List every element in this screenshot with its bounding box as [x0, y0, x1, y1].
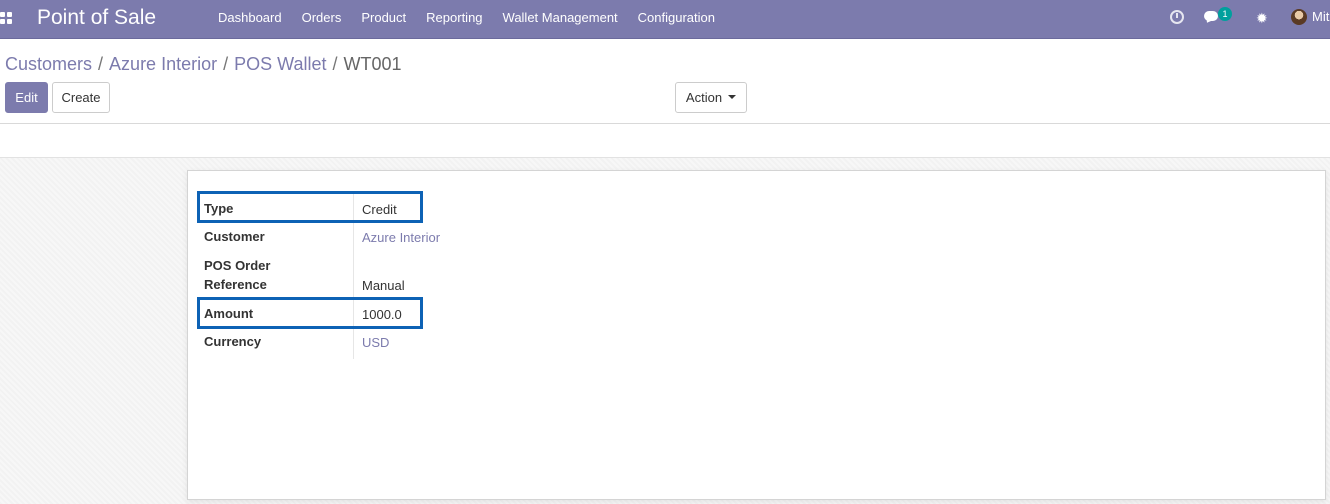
menu-wallet-management[interactable]: Wallet Management [493, 0, 628, 39]
breadcrumb-customers[interactable]: Customers [5, 54, 92, 74]
field-label-pos-order-reference-line1: POS Order [204, 258, 271, 273]
menu-reporting[interactable]: Reporting [416, 0, 492, 39]
highlight-box-type [197, 191, 423, 223]
edit-button[interactable]: Edit [5, 82, 48, 113]
user-avatar-icon[interactable] [1291, 9, 1307, 25]
menu-dashboard[interactable]: Dashboard [208, 0, 292, 39]
user-name[interactable]: Mit [1312, 9, 1329, 25]
breadcrumb-pos-wallet[interactable]: POS Wallet [234, 54, 326, 74]
breadcrumb-current: WT001 [343, 54, 402, 74]
menu-orders[interactable]: Orders [292, 0, 352, 39]
breadcrumb-azure-interior[interactable]: Azure Interior [109, 54, 217, 74]
create-button[interactable]: Create [52, 82, 110, 113]
app-title: Point of Sale [37, 6, 157, 29]
field-label-pos-order-reference-line2: Reference [204, 277, 267, 292]
breadcrumb-separator: / [98, 54, 104, 74]
field-label-currency: Currency [204, 334, 262, 349]
form-sheet: Type Credit Customer Azure Interior POS … [187, 170, 1326, 500]
field-value-customer[interactable]: Azure Interior [362, 228, 440, 247]
clock-icon[interactable] [1170, 10, 1184, 24]
field-value-pos-order-reference: Manual [362, 278, 405, 293]
chat-count-badge: 1 [1218, 7, 1232, 21]
top-navbar: Point of Sale Dashboard Orders Product R… [0, 0, 1330, 39]
breadcrumb-separator: / [223, 54, 229, 74]
control-panel-divider [0, 123, 1330, 124]
action-label: Action [685, 90, 723, 105]
menu-product[interactable]: Product [351, 0, 416, 39]
caret-down-icon [728, 94, 737, 99]
menu-configuration[interactable]: Configuration [628, 0, 725, 39]
action-dropdown[interactable]: Action [675, 82, 747, 113]
main-menu: Dashboard Orders Product Reporting Walle… [208, 0, 725, 39]
field-label-customer: Customer [204, 229, 265, 244]
highlight-box-amount [197, 297, 423, 329]
bug-icon[interactable]: ✹ [1256, 10, 1268, 26]
breadcrumb: Customers / Azure Interior / POS Wallet / WT00… [5, 52, 402, 76]
field-value-currency[interactable]: USD [362, 333, 389, 352]
apps-grid-icon[interactable] [0, 12, 14, 26]
breadcrumb-separator: / [332, 54, 338, 74]
